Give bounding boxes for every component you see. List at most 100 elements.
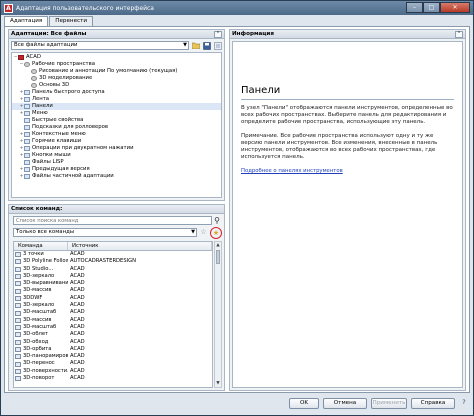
tree-item-shortcut-menus[interactable]: + Контекстные меню (12, 131, 221, 138)
table-row[interactable]: 3D-масштаб ACAD (14, 324, 212, 331)
close-button[interactable]: ✕ (440, 2, 470, 13)
apply-button[interactable]: Применить (371, 398, 407, 409)
command-list-header: Список команд: (9, 205, 224, 214)
info-title: Панели (241, 85, 281, 96)
scroll-up-icon[interactable]: ▲ (215, 242, 221, 249)
star-icon[interactable]: ☆ (199, 228, 208, 237)
table-row[interactable]: 3D-поворот ACAD (14, 375, 212, 382)
table-row[interactable]: 3D-поверхности... ACAD (14, 368, 212, 375)
tree-item-label: Меню (32, 110, 48, 116)
tree-item-rollover-tooltips[interactable]: Подсказки для ролловеров (12, 124, 221, 131)
collapse-icon[interactable]: ⌃ (455, 31, 463, 38)
information-body: Панели В узел "Панели" отображаются пане… (232, 41, 463, 388)
create-command-icon[interactable]: ★ (210, 226, 222, 239)
command-search-input[interactable] (13, 216, 212, 225)
help-button[interactable]: Справка (411, 398, 455, 409)
scroll-down-icon[interactable]: ▼ (215, 380, 221, 387)
tree-item-double-click[interactable]: + Операции при двукратном нажатии (12, 145, 221, 152)
command-icon (15, 325, 21, 331)
scroll-thumb[interactable] (216, 250, 220, 264)
command-icon (15, 317, 21, 323)
tree-item-keyboard-shortcuts[interactable]: + Горячие клавиши (12, 138, 221, 145)
tree-item-quick-access[interactable]: + Панель быстрого доступа (12, 89, 221, 96)
command-source: ACAD (70, 251, 85, 257)
table-row[interactable]: 3D-панорамирован...ACAD (14, 353, 212, 360)
table-row[interactable]: 3D-зеркало ACAD (14, 273, 212, 280)
ok-button[interactable]: OK (289, 398, 319, 409)
table-row[interactable]: 3D-массив ACAD (14, 317, 212, 324)
table-row[interactable]: 3D Studio... ACAD (14, 266, 212, 273)
customizations-panel: Адаптации: Все файлы ⌃ Все файлы адаптац… (8, 29, 225, 201)
save-icon[interactable] (202, 41, 211, 50)
learn-more-link[interactable]: Подробнее о панелях инструментов (241, 168, 454, 174)
collapse-icon[interactable]: ⌃ (214, 31, 222, 38)
table-row[interactable]: 3DDWF ACAD (14, 295, 212, 302)
customizations-tree: − ACAD − Рабочие пространства Рисование … (11, 52, 222, 198)
customization-files-dropdown[interactable]: Все файлы адаптации ▼ (11, 41, 189, 50)
customizations-header-label: Адаптации: Все файлы (11, 31, 87, 37)
information-header-label: Информация (232, 31, 274, 37)
tree-item-ribbon[interactable]: + Лента (12, 96, 221, 103)
ribbon-node-icon (24, 97, 30, 102)
chevron-down-icon: ▼ (183, 42, 187, 48)
tree-item-label: Быстрые свойства (32, 117, 84, 123)
command-name: 3D-облет (23, 331, 49, 338)
table-row[interactable]: 3D-выравнивание ACAD (14, 280, 212, 287)
tree-item-acad[interactable]: − ACAD (12, 54, 221, 61)
table-row[interactable]: 3D-массив ACAD (14, 287, 212, 294)
column-command[interactable]: Команда (14, 242, 68, 250)
command-source: ACAD (70, 309, 85, 316)
display-filters-icon[interactable] (213, 41, 222, 50)
tree-item-lisp-files[interactable]: Файлы LISP (12, 159, 221, 166)
table-row[interactable]: 3D-облет ACAD (14, 331, 212, 338)
command-name: 3DDWF (23, 294, 43, 301)
tree-item-quick-properties[interactable]: Быстрые свойства (12, 117, 221, 124)
info-paragraph: В узел "Панели" отображаются панели инст… (241, 105, 453, 125)
maximize-button[interactable]: □ (423, 2, 440, 13)
tree-item-legacy[interactable]: + Предыдущая версия (12, 166, 221, 173)
minimize-button[interactable]: – (406, 2, 423, 13)
cancel-button[interactable]: Отмена (323, 398, 367, 409)
open-file-icon[interactable] (191, 41, 200, 50)
command-name: 3D Studio... (23, 265, 54, 272)
command-icon (15, 376, 21, 382)
table-row[interactable]: 3D-перенос ACAD (14, 360, 212, 367)
command-name: 3D-панорамирован... (23, 353, 68, 360)
tree-item-label: Рисование и аннотации По умолчанию (теку… (39, 68, 178, 74)
command-icon (15, 354, 21, 360)
table-row[interactable]: 3 точки ACAD (14, 251, 212, 258)
tree-item-toolbars[interactable]: + Панели (12, 103, 221, 110)
table-row[interactable]: 3D-зеркало ACAD (14, 302, 212, 309)
command-source: AUTOCADRASTERDESIGN (70, 258, 137, 265)
command-list-scrollbar[interactable]: ▲ ▼ (214, 241, 222, 388)
help-icon[interactable]: ? (459, 398, 469, 409)
table-row[interactable]: 3D-обход ACAD (14, 339, 212, 346)
command-icon (15, 259, 21, 265)
mouse-icon (24, 153, 30, 158)
partial-files-icon (24, 174, 30, 179)
command-icon (15, 266, 21, 272)
table-row[interactable]: 3D-орбита ACAD (14, 346, 212, 353)
search-icon[interactable]: ⚲ (212, 216, 222, 225)
command-source: ACAD (70, 353, 85, 360)
info-note: Примечание. Все рабочие пространства исп… (241, 133, 438, 160)
tree-item-menus[interactable]: + Меню (12, 110, 221, 117)
table-row[interactable]: 3D Polyline FollowerAUTOCADRASTERDESIGN (14, 258, 212, 265)
tree-item-label: Лента (32, 96, 50, 102)
command-filter-dropdown[interactable]: Только все команды ▼ (13, 228, 197, 237)
table-row[interactable]: 3D-масштаб ACAD (14, 309, 212, 316)
tree-item-workspace-3d-basics[interactable]: Основы 3D (12, 82, 221, 89)
tree-item-label: Горячие клавиши (32, 138, 82, 144)
command-source: ACAD (70, 338, 85, 345)
rollover-tooltips-icon (24, 125, 30, 130)
tree-item-mouse-buttons[interactable]: + Кнопки мыши (12, 152, 221, 159)
workspace-icon (31, 76, 37, 81)
column-source[interactable]: Источник (68, 242, 212, 250)
tree-item-workspace-3d-modeling[interactable]: 3D моделирование (12, 75, 221, 82)
tree-item-workspaces[interactable]: − Рабочие пространства (12, 61, 221, 68)
tree-item-partial-customization[interactable]: + Файлы частичной адаптации (12, 173, 221, 180)
tree-item-workspace-drafting[interactable]: Рисование и аннотации По умолчанию (теку… (12, 68, 221, 75)
tree-item-label: Предыдущая версия (32, 166, 90, 172)
command-icon (15, 361, 21, 367)
tab-transfer[interactable]: Перенести (49, 16, 93, 26)
